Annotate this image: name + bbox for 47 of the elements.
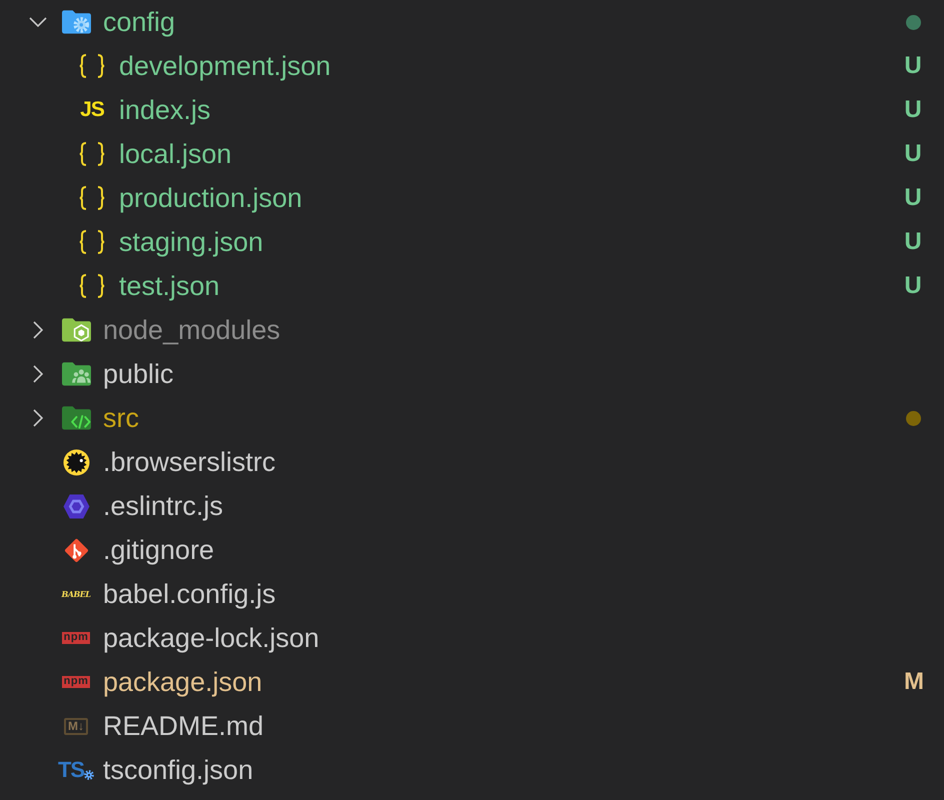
git-status-letter: U: [904, 228, 922, 256]
braces-icon: [79, 142, 105, 166]
babel-logo: BABEL: [62, 589, 90, 599]
file-name[interactable]: babel.config.js: [103, 578, 276, 610]
folder-gear-icon: [62, 10, 90, 34]
gear-icon: [84, 770, 94, 780]
file-name[interactable]: package-lock.json: [103, 622, 320, 654]
hexagon-icon: [62, 494, 90, 518]
npm-logo: npm: [62, 676, 90, 688]
git-status-letter: U: [904, 52, 922, 80]
file-name[interactable]: .gitignore: [103, 534, 214, 566]
chevron-right-icon[interactable]: [33, 321, 43, 339]
file-name[interactable]: tsconfig.json: [103, 754, 254, 786]
file-name[interactable]: .browserslistrc: [103, 446, 276, 478]
git-status-letter: U: [904, 96, 922, 124]
file-name[interactable]: local.json: [119, 138, 232, 170]
folder-code-icon: [62, 406, 90, 430]
folder-name[interactable]: config: [103, 6, 176, 38]
git-status-letter: U: [904, 140, 922, 168]
file-name[interactable]: production.json: [119, 182, 302, 214]
folder-people-icon: [62, 362, 90, 386]
braces-icon: [79, 186, 105, 210]
file-name[interactable]: README.md: [103, 710, 264, 742]
folder-name[interactable]: node_modules: [103, 314, 280, 346]
file-name[interactable]: .eslintrc.js: [103, 490, 224, 522]
folder-hexagon-icon: [62, 318, 90, 342]
npm-logo: npm: [62, 632, 90, 644]
folder-name[interactable]: src: [103, 402, 139, 434]
js-logo: JS: [80, 99, 104, 121]
file-name[interactable]: staging.json: [119, 226, 264, 258]
file-name[interactable]: development.json: [119, 50, 331, 82]
ts-logo: TS: [58, 759, 84, 781]
file-name[interactable]: index.js: [119, 94, 211, 126]
git-status-letter: U: [904, 184, 922, 212]
markdown-logo: M↓: [64, 718, 88, 734]
file-name[interactable]: package.json: [103, 666, 262, 698]
braces-icon: [79, 230, 105, 254]
folder-name[interactable]: public: [103, 358, 174, 390]
chevron-right-icon[interactable]: [33, 365, 43, 383]
chevron-right-icon[interactable]: [33, 409, 43, 427]
hedgehog-icon: [62, 448, 90, 476]
git-status-letter: U: [904, 272, 922, 300]
braces-icon: [79, 274, 105, 298]
file-name[interactable]: test.json: [119, 270, 220, 302]
git-status-letter: M: [904, 668, 922, 696]
chevron-down-icon[interactable]: [29, 17, 47, 27]
braces-icon: [79, 54, 105, 78]
